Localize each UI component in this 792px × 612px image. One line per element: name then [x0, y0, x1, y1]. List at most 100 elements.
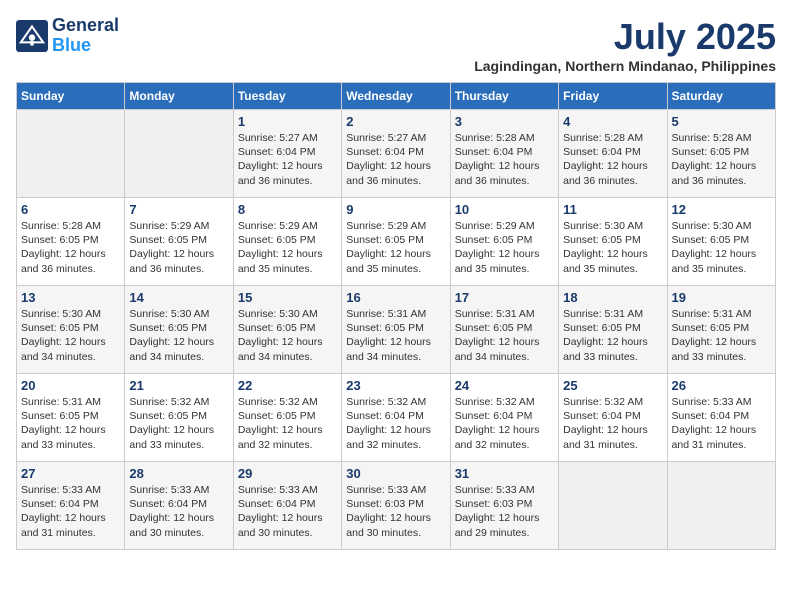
weekday-header: Wednesday: [342, 83, 450, 110]
day-info: Sunrise: 5:33 AMSunset: 6:03 PMDaylight:…: [455, 483, 554, 540]
day-info: Sunrise: 5:31 AMSunset: 6:05 PMDaylight:…: [346, 307, 445, 364]
day-number: 22: [238, 378, 337, 393]
day-info: Sunrise: 5:31 AMSunset: 6:05 PMDaylight:…: [21, 395, 120, 452]
calendar-cell: [559, 462, 667, 550]
day-info: Sunrise: 5:27 AMSunset: 6:04 PMDaylight:…: [346, 131, 445, 188]
day-info: Sunrise: 5:28 AMSunset: 6:05 PMDaylight:…: [21, 219, 120, 276]
calendar-cell: 20 Sunrise: 5:31 AMSunset: 6:05 PMDayligh…: [17, 374, 125, 462]
calendar-cell: 25 Sunrise: 5:32 AMSunset: 6:04 PMDayligh…: [559, 374, 667, 462]
calendar-cell: 1 Sunrise: 5:27 AMSunset: 6:04 PMDaylight…: [233, 110, 341, 198]
calendar-cell: [125, 110, 233, 198]
day-number: 13: [21, 290, 120, 305]
calendar-week: 27Sunrise: 5:33 AMSunset: 6:04 PMDayligh…: [17, 462, 776, 550]
calendar-cell: 8Sunrise: 5:29 AMSunset: 6:05 PMDaylight…: [233, 198, 341, 286]
calendar-cell: 3 Sunrise: 5:28 AMSunset: 6:04 PMDaylight…: [450, 110, 558, 198]
day-number: 29: [238, 466, 337, 481]
weekday-header: Friday: [559, 83, 667, 110]
day-number: 9: [346, 202, 445, 217]
day-number: 10: [455, 202, 554, 217]
day-info: Sunrise: 5:29 AMSunset: 6:05 PMDaylight:…: [346, 219, 445, 276]
page-header: General Blue July 2025 Lagindingan, Nort…: [16, 16, 776, 74]
day-info: Sunrise: 5:27 AMSunset: 6:04 PMDaylight:…: [238, 131, 337, 188]
day-info: Sunrise: 5:30 AMSunset: 6:05 PMDaylight:…: [21, 307, 120, 364]
calendar-cell: 6 Sunrise: 5:28 AMSunset: 6:05 PMDaylight…: [17, 198, 125, 286]
day-number: 31: [455, 466, 554, 481]
calendar-cell: 30 Sunrise: 5:33 AMSunset: 6:03 PMDayligh…: [342, 462, 450, 550]
day-info: Sunrise: 5:30 AMSunset: 6:05 PMDaylight:…: [238, 307, 337, 364]
day-info: Sunrise: 5:33 AMSunset: 6:04 PMDaylight:…: [21, 483, 120, 540]
calendar-cell: 26 Sunrise: 5:33 AMSunset: 6:04 PMDayligh…: [667, 374, 775, 462]
calendar-cell: 7Sunrise: 5:29 AMSunset: 6:05 PMDaylight…: [125, 198, 233, 286]
day-number: 26: [672, 378, 771, 393]
day-number: 5: [672, 114, 771, 129]
calendar-cell: 31 Sunrise: 5:33 AMSunset: 6:03 PMDayligh…: [450, 462, 558, 550]
day-number: 18: [563, 290, 662, 305]
calendar-week: 20 Sunrise: 5:31 AMSunset: 6:05 PMDayligh…: [17, 374, 776, 462]
calendar-cell: 18 Sunrise: 5:31 AMSunset: 6:05 PMDayligh…: [559, 286, 667, 374]
logo: General Blue: [16, 16, 119, 56]
calendar-cell: 11 Sunrise: 5:30 AMSunset: 6:05 PMDayligh…: [559, 198, 667, 286]
day-number: 25: [563, 378, 662, 393]
calendar-cell: 13 Sunrise: 5:30 AMSunset: 6:05 PMDayligh…: [17, 286, 125, 374]
calendar-cell: 29Sunrise: 5:33 AMSunset: 6:04 PMDayligh…: [233, 462, 341, 550]
day-info: Sunrise: 5:28 AMSunset: 6:04 PMDaylight:…: [563, 131, 662, 188]
calendar-cell: 4 Sunrise: 5:28 AMSunset: 6:04 PMDaylight…: [559, 110, 667, 198]
day-info: Sunrise: 5:30 AMSunset: 6:05 PMDaylight:…: [563, 219, 662, 276]
calendar-header: SundayMondayTuesdayWednesdayThursdayFrid…: [17, 83, 776, 110]
weekday-header: Thursday: [450, 83, 558, 110]
calendar-cell: 22Sunrise: 5:32 AMSunset: 6:05 PMDayligh…: [233, 374, 341, 462]
day-info: Sunrise: 5:32 AMSunset: 6:04 PMDaylight:…: [346, 395, 445, 452]
day-number: 4: [563, 114, 662, 129]
calendar-cell: 27Sunrise: 5:33 AMSunset: 6:04 PMDayligh…: [17, 462, 125, 550]
location-title: Lagindingan, Northern Mindanao, Philippi…: [474, 58, 776, 74]
day-number: 24: [455, 378, 554, 393]
calendar-cell: 15 Sunrise: 5:30 AMSunset: 6:05 PMDayligh…: [233, 286, 341, 374]
day-number: 7: [129, 202, 228, 217]
day-number: 3: [455, 114, 554, 129]
day-info: Sunrise: 5:30 AMSunset: 6:05 PMDaylight:…: [129, 307, 228, 364]
calendar-cell: 19Sunrise: 5:31 AMSunset: 6:05 PMDayligh…: [667, 286, 775, 374]
logo-icon: [16, 20, 48, 52]
calendar-cell: 9 Sunrise: 5:29 AMSunset: 6:05 PMDaylight…: [342, 198, 450, 286]
calendar-cell: 24 Sunrise: 5:32 AMSunset: 6:04 PMDayligh…: [450, 374, 558, 462]
calendar-week: 1 Sunrise: 5:27 AMSunset: 6:04 PMDaylight…: [17, 110, 776, 198]
calendar-cell: 21Sunrise: 5:32 AMSunset: 6:05 PMDayligh…: [125, 374, 233, 462]
calendar-week: 6 Sunrise: 5:28 AMSunset: 6:05 PMDaylight…: [17, 198, 776, 286]
title-block: July 2025 Lagindingan, Northern Mindanao…: [474, 16, 776, 74]
day-number: 11: [563, 202, 662, 217]
day-info: Sunrise: 5:31 AMSunset: 6:05 PMDaylight:…: [672, 307, 771, 364]
day-number: 2: [346, 114, 445, 129]
day-info: Sunrise: 5:30 AMSunset: 6:05 PMDaylight:…: [672, 219, 771, 276]
calendar-cell: 17 Sunrise: 5:31 AMSunset: 6:05 PMDayligh…: [450, 286, 558, 374]
calendar-body: 1 Sunrise: 5:27 AMSunset: 6:04 PMDaylight…: [17, 110, 776, 550]
calendar-cell: 12Sunrise: 5:30 AMSunset: 6:05 PMDayligh…: [667, 198, 775, 286]
day-number: 15: [238, 290, 337, 305]
day-info: Sunrise: 5:32 AMSunset: 6:04 PMDaylight:…: [455, 395, 554, 452]
weekday-row: SundayMondayTuesdayWednesdayThursdayFrid…: [17, 83, 776, 110]
calendar-cell: 16Sunrise: 5:31 AMSunset: 6:05 PMDayligh…: [342, 286, 450, 374]
weekday-header: Sunday: [17, 83, 125, 110]
day-info: Sunrise: 5:33 AMSunset: 6:03 PMDaylight:…: [346, 483, 445, 540]
calendar-cell: 10 Sunrise: 5:29 AMSunset: 6:05 PMDayligh…: [450, 198, 558, 286]
logo-text: General Blue: [52, 16, 119, 56]
day-info: Sunrise: 5:31 AMSunset: 6:05 PMDaylight:…: [455, 307, 554, 364]
day-number: 30: [346, 466, 445, 481]
calendar-week: 13 Sunrise: 5:30 AMSunset: 6:05 PMDayligh…: [17, 286, 776, 374]
day-info: Sunrise: 5:33 AMSunset: 6:04 PMDaylight:…: [672, 395, 771, 452]
day-info: Sunrise: 5:33 AMSunset: 6:04 PMDaylight:…: [129, 483, 228, 540]
day-number: 17: [455, 290, 554, 305]
calendar-cell: [667, 462, 775, 550]
day-info: Sunrise: 5:29 AMSunset: 6:05 PMDaylight:…: [455, 219, 554, 276]
day-info: Sunrise: 5:31 AMSunset: 6:05 PMDaylight:…: [563, 307, 662, 364]
day-info: Sunrise: 5:32 AMSunset: 6:04 PMDaylight:…: [563, 395, 662, 452]
calendar-cell: 5Sunrise: 5:28 AMSunset: 6:05 PMDaylight…: [667, 110, 775, 198]
day-info: Sunrise: 5:29 AMSunset: 6:05 PMDaylight:…: [238, 219, 337, 276]
day-info: Sunrise: 5:28 AMSunset: 6:04 PMDaylight:…: [455, 131, 554, 188]
day-number: 6: [21, 202, 120, 217]
weekday-header: Tuesday: [233, 83, 341, 110]
day-number: 20: [21, 378, 120, 393]
day-number: 1: [238, 114, 337, 129]
weekday-header: Monday: [125, 83, 233, 110]
day-number: 21: [129, 378, 228, 393]
calendar-cell: 28Sunrise: 5:33 AMSunset: 6:04 PMDayligh…: [125, 462, 233, 550]
